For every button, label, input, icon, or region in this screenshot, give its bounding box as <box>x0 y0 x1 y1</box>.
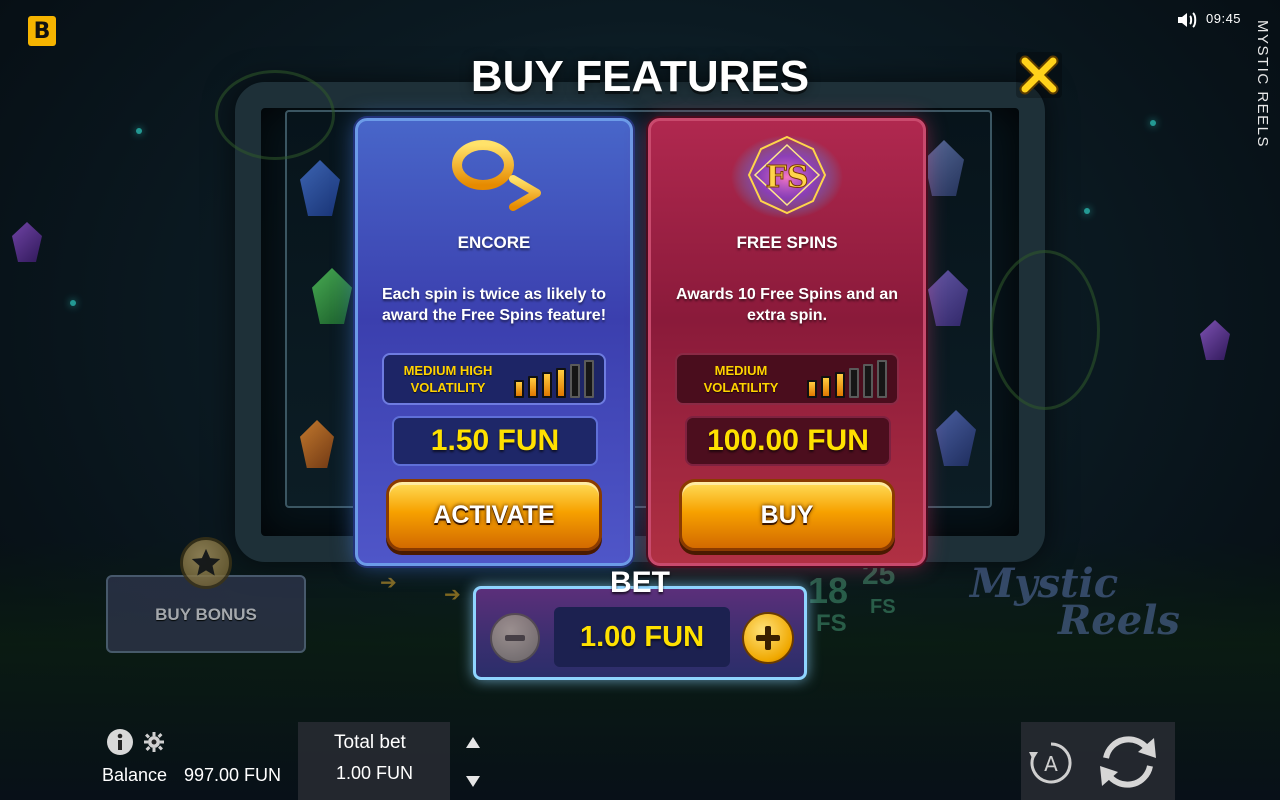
fs-count-value: 18 <box>808 570 849 611</box>
autoplay-letter: A <box>1044 752 1058 776</box>
encore-feature-card: ENCORE Each spin is twice as likely to a… <box>355 118 633 566</box>
bet-value: 1.00 FUN <box>554 607 730 667</box>
star-icon <box>180 537 232 589</box>
fs-suffix: FS <box>870 596 896 618</box>
bet-decrease-button[interactable] <box>490 613 540 663</box>
arrow-icon: ➔ <box>380 572 397 594</box>
volatility-bar <box>807 380 817 398</box>
total-bet-value: 1.00 FUN <box>336 763 414 783</box>
close-button[interactable] <box>1016 52 1062 98</box>
volatility-label: MEDIUM HIGH VOLATILITY <box>384 362 512 396</box>
plus-icon <box>756 626 780 650</box>
volatility-bar <box>849 368 859 398</box>
spin-button[interactable] <box>1092 726 1164 798</box>
clock: 09:45 <box>1206 11 1242 26</box>
bet-up-arrow-icon[interactable] <box>462 734 484 752</box>
modal-title: BUY FEATURES <box>470 52 810 101</box>
buy-button-label: BUY <box>760 500 814 529</box>
activate-button[interactable]: ACTIVATE <box>386 479 602 551</box>
info-icon[interactable] <box>106 728 134 756</box>
free-spins-feature-card: FS FREE SPINS Awards 10 Free Spins and a… <box>648 118 926 566</box>
volatility-bar <box>556 368 566 398</box>
gem-icon <box>12 222 42 262</box>
mystic-reels-logo: Mystic Reels <box>970 560 1180 650</box>
volatility-bar <box>877 360 887 398</box>
close-x-icon <box>1019 55 1059 95</box>
firefly-glow <box>70 300 76 306</box>
feature-name: ENCORE <box>457 233 531 252</box>
feature-name: FREE SPINS <box>736 233 838 252</box>
spin-refresh-icon <box>1100 736 1156 788</box>
fs-count-18: 18 <box>808 570 848 612</box>
balance-value: 997.00 FUN <box>184 765 282 785</box>
volatility-line2: VOLATILITY <box>703 380 779 395</box>
volatility-bar <box>863 364 873 398</box>
volatility-bar <box>835 372 845 398</box>
buy-bonus-label: BUY BONUS <box>155 605 257 624</box>
firefly-glow <box>1150 120 1156 126</box>
feature-price: 100.00 FUN <box>685 416 891 466</box>
feature-price: 1.50 FUN <box>392 416 598 466</box>
volatility-indicator: MEDIUM VOLATILITY <box>675 353 899 405</box>
bet-down-arrow-icon[interactable] <box>462 772 484 790</box>
speaker-icon[interactable] <box>1176 10 1198 30</box>
gem-icon <box>1200 320 1230 360</box>
firefly-glow <box>1084 208 1090 214</box>
volatility-bar <box>514 380 524 398</box>
vine-decoration <box>990 250 1100 410</box>
arrow-icon: ➔ <box>444 584 461 606</box>
free-spins-fs-badge-icon: FS <box>727 131 847 226</box>
volatility-line1: MEDIUM HIGH <box>403 363 493 378</box>
buy-button[interactable]: BUY <box>679 479 895 551</box>
volatility-bars <box>807 360 887 398</box>
logo-line2: Reels <box>1058 597 1180 644</box>
bet-increase-button[interactable] <box>742 612 794 664</box>
total-bet-box: Total bet 1.00 FUN <box>298 722 450 800</box>
fs-badge-text: FS <box>766 160 809 195</box>
activate-button-label: ACTIVATE <box>433 500 555 529</box>
balance-label: Balance <box>102 765 168 785</box>
fs-suffix: FS <box>816 610 847 637</box>
encore-loop-arrow-icon <box>439 135 549 220</box>
feature-description: Awards 10 Free Spins and an extra spin. <box>675 286 898 324</box>
firefly-glow <box>136 128 142 134</box>
gear-icon[interactable] <box>144 732 164 752</box>
total-bet-label: Total bet <box>334 732 406 753</box>
brand-logo: B <box>28 16 56 46</box>
volatility-bar <box>570 364 580 398</box>
volatility-bar <box>821 376 831 398</box>
volatility-bars <box>514 360 594 398</box>
minus-icon <box>505 635 525 641</box>
volatility-bar <box>584 360 594 398</box>
autoplay-button[interactable]: A <box>1026 738 1076 788</box>
volatility-indicator: MEDIUM HIGH VOLATILITY <box>382 353 606 405</box>
background-scene: ➔ ➔ 18 FS 25 FS Mystic Reels <box>0 0 1280 800</box>
bet-panel: 1.00 FUN <box>473 586 807 680</box>
feature-description: Each spin is twice as likely to award th… <box>381 286 607 324</box>
volatility-bar <box>542 372 552 398</box>
volatility-line1: MEDIUM <box>714 363 768 378</box>
volatility-label: MEDIUM VOLATILITY <box>677 362 805 396</box>
brand-letter: B <box>33 18 51 44</box>
volatility-line2: VOLATILITY <box>410 380 486 395</box>
volatility-bar <box>528 376 538 398</box>
